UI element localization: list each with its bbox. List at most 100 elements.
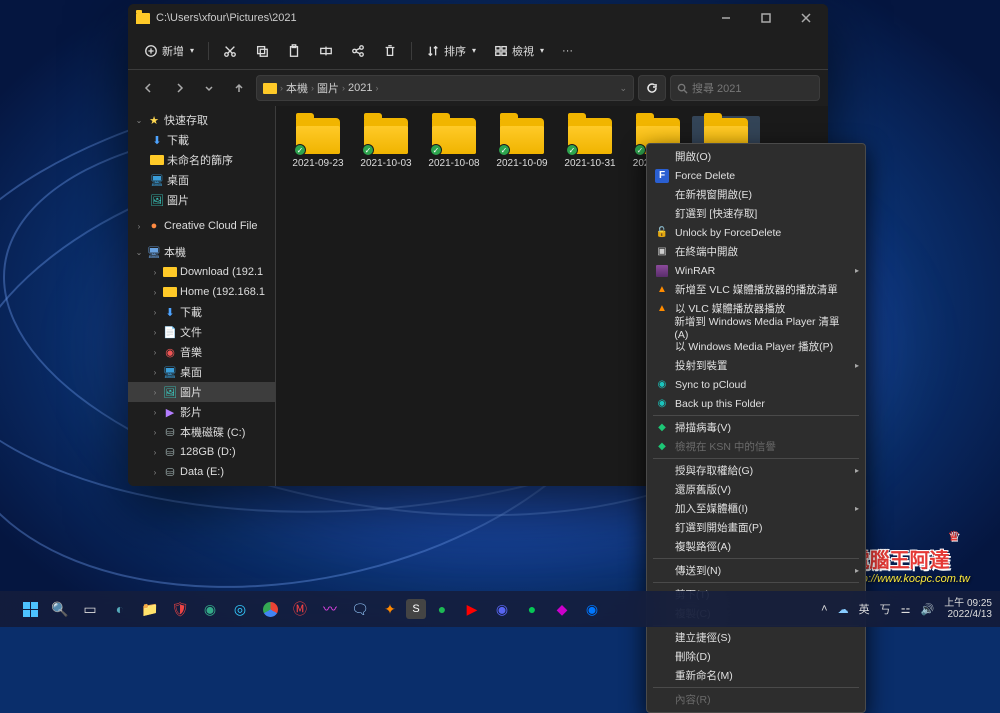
- taskbar-clock[interactable]: 上午 09:25 2022/4/13: [944, 598, 992, 621]
- tray-chevron-icon[interactable]: ˄: [821, 603, 827, 615]
- cm-pcloud-sync[interactable]: ◉Sync to pCloud: [647, 375, 865, 394]
- nav-recent-button[interactable]: [196, 75, 222, 101]
- cm-open[interactable]: 開啟(O): [647, 147, 865, 166]
- cm-restore[interactable]: 還原舊版(V): [647, 480, 865, 499]
- sidebar-item-downloads[interactable]: ›⬇下載: [128, 302, 275, 322]
- sort-button[interactable]: 排序 ▾: [418, 39, 484, 63]
- cm-wmp-play[interactable]: 以 Windows Media Player 播放(P): [647, 337, 865, 356]
- sidebar-item-home-net[interactable]: ›Home (192.168.1: [128, 282, 275, 302]
- folder-item[interactable]: ✓2021-09-23: [284, 116, 352, 192]
- onedrive-icon[interactable]: ☁: [838, 603, 849, 616]
- folder-item[interactable]: ✓2021-10-08: [420, 116, 488, 192]
- cm-force-delete[interactable]: FForce Delete: [647, 166, 865, 185]
- breadcrumb-segment[interactable]: 圖片: [317, 80, 339, 96]
- search-icon[interactable]: 🔍: [46, 595, 74, 623]
- cm-pin-start[interactable]: 釘選到開始畫面(P): [647, 518, 865, 537]
- app-icon[interactable]: ◉: [196, 595, 224, 623]
- widgets-icon[interactable]: ◐: [106, 595, 134, 623]
- breadcrumb-segment[interactable]: 本機: [286, 80, 308, 96]
- breadcrumb[interactable]: › 本機› 圖片› 2021› ⌄: [256, 75, 634, 101]
- cut-button[interactable]: [215, 40, 245, 62]
- spotify-icon[interactable]: ●: [428, 595, 456, 623]
- cm-winrar[interactable]: WinRAR▸: [647, 261, 865, 280]
- sidebar-creative-cloud[interactable]: ›●Creative Cloud File: [128, 216, 275, 236]
- explorer-icon[interactable]: 📁: [136, 595, 164, 623]
- app-icon[interactable]: Ⓜ: [286, 595, 314, 623]
- folder-item[interactable]: ✓2021-10-31: [556, 116, 624, 192]
- folder-item[interactable]: ✓2021-10-03: [352, 116, 420, 192]
- app-icon[interactable]: 〰: [316, 595, 344, 623]
- minimize-button[interactable]: [706, 4, 746, 32]
- cm-open-new-window[interactable]: 在新視窗開啟(E): [647, 185, 865, 204]
- edge-icon[interactable]: ◎: [226, 595, 254, 623]
- cm-unlock[interactable]: 🔓Unlock by ForceDelete: [647, 223, 865, 242]
- sidebar-item-unnamed[interactable]: 未命名的篩序: [128, 150, 275, 170]
- cm-vlc-add[interactable]: ▲新增至 VLC 媒體播放器的播放清單: [647, 280, 865, 299]
- sidebar-this-pc[interactable]: ⌄🖥本機: [128, 242, 275, 262]
- chrome-icon[interactable]: [256, 595, 284, 623]
- app-icon[interactable]: 🛡: [166, 595, 194, 623]
- start-button[interactable]: [16, 595, 44, 623]
- cm-delete[interactable]: 刪除(D): [647, 647, 865, 666]
- sidebar-item-cdrive[interactable]: ›⛁本機磁碟 (C:): [128, 422, 275, 442]
- paste-button[interactable]: [279, 40, 309, 62]
- share-button[interactable]: [343, 40, 373, 62]
- cm-scan[interactable]: ◆掃描病毒(V): [647, 418, 865, 437]
- app-icon[interactable]: ✦: [376, 595, 404, 623]
- titlebar[interactable]: C:\Users\xfour\Pictures\2021: [128, 4, 828, 32]
- sidebar-item-desktop[interactable]: 🖥桌面: [128, 170, 275, 190]
- wifi-icon[interactable]: ⚍: [901, 603, 911, 616]
- sidebar-item-documents[interactable]: ›📄文件: [128, 322, 275, 342]
- system-tray[interactable]: ˄ ☁ 英 丂 ⚍ 🔊 上午 09:25 2022/4/13: [821, 598, 992, 621]
- youtube-icon[interactable]: ▶: [458, 595, 486, 623]
- folder-item[interactable]: ✓2021-10-09: [488, 116, 556, 192]
- cm-properties[interactable]: 內容(R): [647, 690, 865, 709]
- view-button[interactable]: 檢視 ▾: [486, 39, 552, 63]
- line-icon[interactable]: ●: [518, 595, 546, 623]
- discord-icon[interactable]: ◉: [488, 595, 516, 623]
- nav-back-button[interactable]: [136, 75, 162, 101]
- sidebar-item-ddrive[interactable]: ›⛁128GB (D:): [128, 442, 275, 462]
- sidebar-item-downloads[interactable]: ⬇下載: [128, 130, 275, 150]
- app-icon[interactable]: ◉: [578, 595, 606, 623]
- cm-wmp-add[interactable]: 新增到 Windows Media Player 清單(A): [647, 318, 865, 337]
- sidebar-item-music[interactable]: ›◉音樂: [128, 342, 275, 362]
- sidebar-item-desktop[interactable]: ›🖥桌面: [128, 362, 275, 382]
- copy-button[interactable]: [247, 40, 277, 62]
- breadcrumb-segment[interactable]: 2021: [348, 82, 372, 94]
- volume-icon[interactable]: 🔊: [920, 603, 934, 616]
- more-button[interactable]: ···: [554, 41, 581, 61]
- nav-up-button[interactable]: [226, 75, 252, 101]
- cm-pcloud-backup[interactable]: ◉Back up this Folder: [647, 394, 865, 413]
- maximize-button[interactable]: [746, 4, 786, 32]
- sidebar-quick-access[interactable]: ⌄★快速存取: [128, 110, 275, 130]
- sidebar-item-download-net[interactable]: ›Download (192.1: [128, 262, 275, 282]
- rename-button[interactable]: [311, 40, 341, 62]
- new-button[interactable]: 新增 ▾: [136, 39, 202, 63]
- sidebar-item-edrive[interactable]: ›⛁Data (E:): [128, 462, 275, 482]
- search-input[interactable]: 搜尋 2021: [670, 75, 820, 101]
- ime-mode[interactable]: 丂: [880, 601, 891, 617]
- cm-grant-access[interactable]: 授與存取權給(G)▸: [647, 461, 865, 480]
- cm-pin-quick[interactable]: 釘選到 [快速存取]: [647, 204, 865, 223]
- close-button[interactable]: [786, 4, 826, 32]
- cm-rename[interactable]: 重新命名(M): [647, 666, 865, 685]
- app-icon[interactable]: ◆: [548, 595, 576, 623]
- sidebar-item-pictures[interactable]: 🖼圖片: [128, 190, 275, 210]
- cm-send-to[interactable]: 傳送到(N)▸: [647, 561, 865, 580]
- cm-copy-path[interactable]: 複製路徑(A): [647, 537, 865, 556]
- cm-shortcut[interactable]: 建立捷徑(S): [647, 628, 865, 647]
- cm-library[interactable]: 加入至媒體櫃(I)▸: [647, 499, 865, 518]
- task-view-icon[interactable]: ▭: [76, 595, 104, 623]
- nav-forward-button[interactable]: [166, 75, 192, 101]
- cm-cast[interactable]: 投射到裝置▸: [647, 356, 865, 375]
- app-icon[interactable]: S: [406, 599, 426, 619]
- sidebar-item-videos[interactable]: ›▶影片: [128, 402, 275, 422]
- cm-terminal[interactable]: ▣在終端中開啟: [647, 242, 865, 261]
- delete-button[interactable]: [375, 40, 405, 62]
- taskbar[interactable]: 🔍 ▭ ◐ 📁 🛡 ◉ ◎ Ⓜ 〰 🗨 ✦ S ● ▶ ◉ ● ◆ ◉ ˄ ☁ …: [0, 591, 1000, 627]
- chevron-down-icon[interactable]: ⌄: [619, 83, 627, 94]
- refresh-button[interactable]: [638, 75, 666, 101]
- sidebar-item-pictures-selected[interactable]: ›🖼圖片: [128, 382, 275, 402]
- app-icon[interactable]: 🗨: [346, 595, 374, 623]
